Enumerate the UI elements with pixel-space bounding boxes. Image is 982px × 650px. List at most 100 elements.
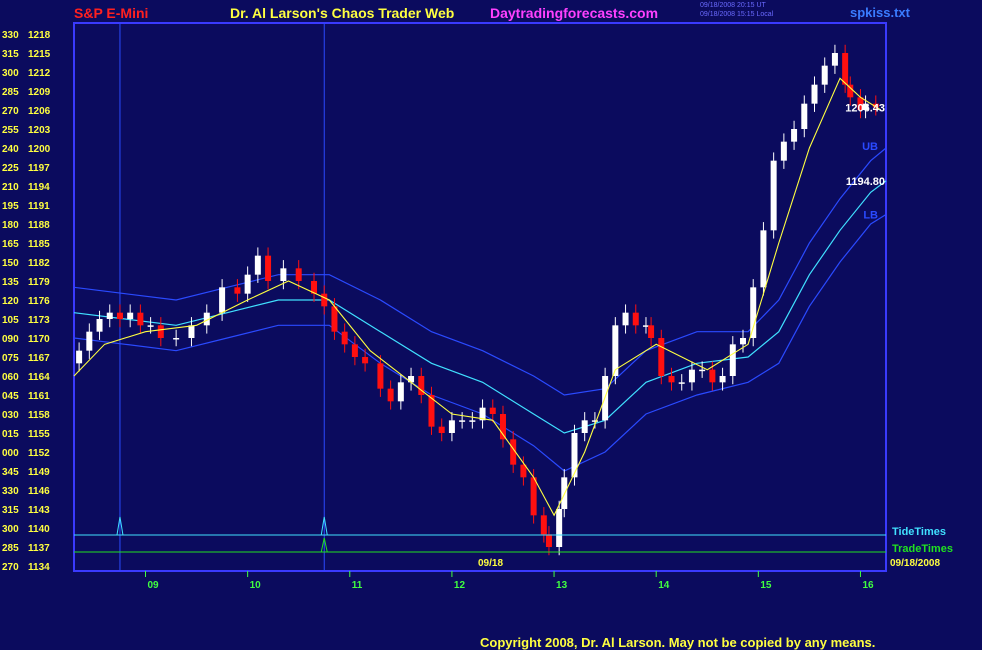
candle-body xyxy=(571,433,578,478)
chart-frame xyxy=(73,22,887,572)
candle-body xyxy=(397,382,404,402)
candle-body xyxy=(668,376,675,383)
candle-body xyxy=(729,344,736,376)
y-tick-price: 1170 xyxy=(28,334,50,345)
candle-body xyxy=(719,376,726,383)
y-tick-minutes: 210 xyxy=(2,182,19,193)
candle-body xyxy=(831,53,838,66)
y-tick-price: 1212 xyxy=(28,68,51,79)
candle-body xyxy=(321,293,328,307)
y-tick-price: 1137 xyxy=(28,543,50,554)
candle-body xyxy=(438,426,445,433)
y-tick-minutes: 330 xyxy=(2,30,19,41)
band-lines xyxy=(73,147,887,472)
y-tick-price: 1215 xyxy=(28,49,51,60)
y-tick-minutes: 090 xyxy=(2,334,19,345)
y-tick-price: 1179 xyxy=(28,277,50,288)
y-tick-price: 1134 xyxy=(28,562,50,573)
candle-body xyxy=(545,534,552,547)
plot-frame xyxy=(73,22,887,572)
candle-body xyxy=(219,287,226,313)
x-tick-label: 13 xyxy=(556,580,568,591)
y-tick-price: 1161 xyxy=(28,391,50,402)
y-tick-price: 1155 xyxy=(28,429,50,440)
candle-body xyxy=(642,325,649,327)
last-price-label: 1206.43 xyxy=(845,102,885,114)
y-tick-minutes: 150 xyxy=(2,258,19,269)
candle-body xyxy=(688,369,695,383)
y-tick-price: 1194 xyxy=(28,182,50,193)
candle-body xyxy=(540,515,547,535)
candle-body xyxy=(341,331,348,345)
y-tick-minutes: 045 xyxy=(2,391,19,402)
candle-body xyxy=(76,350,83,364)
y-tick-price: 1185 xyxy=(28,239,50,250)
candle-body xyxy=(791,129,798,142)
timing-lines xyxy=(74,516,886,553)
trade-times-legend: TradeTimes xyxy=(892,543,953,555)
candle-body xyxy=(127,312,134,319)
y-tick-minutes: 015 xyxy=(2,429,19,440)
candle-body xyxy=(648,325,655,338)
x-tick-label: 11 xyxy=(352,580,363,591)
y-tick-minutes: 285 xyxy=(2,87,19,98)
candle-body xyxy=(780,141,787,161)
candle-body xyxy=(801,103,808,129)
y-tick-price: 1167 xyxy=(28,353,50,364)
y-tick-price: 1182 xyxy=(28,258,50,269)
candle-body xyxy=(622,312,629,326)
candle-body xyxy=(295,268,302,281)
copyright-notice: Copyright 2008, Dr. Al Larson. May not b… xyxy=(480,635,876,650)
candle-body xyxy=(821,65,828,85)
candle-body xyxy=(234,287,241,294)
x-tick-label: 10 xyxy=(250,580,262,591)
x-tick-label: 16 xyxy=(862,580,874,591)
candle-body xyxy=(678,382,685,384)
candle-body xyxy=(351,344,358,357)
y-tick-minutes: 285 xyxy=(2,543,19,554)
candle-body xyxy=(96,319,103,332)
y-tick-minutes: 120 xyxy=(2,296,19,307)
y-tick-price: 1143 xyxy=(28,505,50,516)
y-tick-minutes: 030 xyxy=(2,410,19,421)
y-tick-minutes: 255 xyxy=(2,125,19,136)
y-tick-minutes: 270 xyxy=(2,106,19,117)
y-tick-minutes: 300 xyxy=(2,68,19,79)
candle-body xyxy=(157,325,164,338)
ema-short-line xyxy=(73,77,882,517)
candle-body xyxy=(699,369,706,372)
candle-body xyxy=(280,268,287,281)
candle-body xyxy=(377,363,384,389)
y-tick-minutes: 000 xyxy=(2,448,19,459)
candle-body xyxy=(86,331,93,351)
candle-body xyxy=(740,338,747,345)
y-tick-minutes: 225 xyxy=(2,163,19,174)
y-tick-price: 1152 xyxy=(28,448,50,459)
y-tick-price: 1218 xyxy=(28,30,51,41)
mid-band-line xyxy=(73,180,887,434)
y-tick-price: 1164 xyxy=(28,372,50,383)
candle-body xyxy=(581,420,588,433)
lower-band-label: LB xyxy=(863,210,878,222)
candle-body xyxy=(265,255,272,281)
y-tick-price: 1200 xyxy=(28,144,51,155)
candle-body xyxy=(632,312,639,326)
candle-body xyxy=(137,312,144,326)
y-tick-price: 1203 xyxy=(28,125,51,136)
candle-body xyxy=(591,420,598,422)
chart-date-label: 09/18/2008 xyxy=(890,558,940,569)
candle-body xyxy=(750,287,757,338)
x-tick-label: 15 xyxy=(760,580,772,591)
y-tick-minutes: 315 xyxy=(2,49,19,60)
candle-body xyxy=(842,53,849,85)
x-tick-label: 09 xyxy=(147,580,159,591)
y-tick-minutes: 195 xyxy=(2,201,19,212)
y-tick-minutes: 330 xyxy=(2,486,19,497)
tide-times-legend: TideTimes xyxy=(892,526,946,538)
y-tick-price: 1173 xyxy=(28,315,50,326)
candle-body xyxy=(116,312,123,319)
candle-body xyxy=(448,420,455,433)
y-tick-price: 1188 xyxy=(28,220,50,231)
y-tick-price: 1140 xyxy=(28,524,50,535)
y-tick-price: 1176 xyxy=(28,296,50,307)
